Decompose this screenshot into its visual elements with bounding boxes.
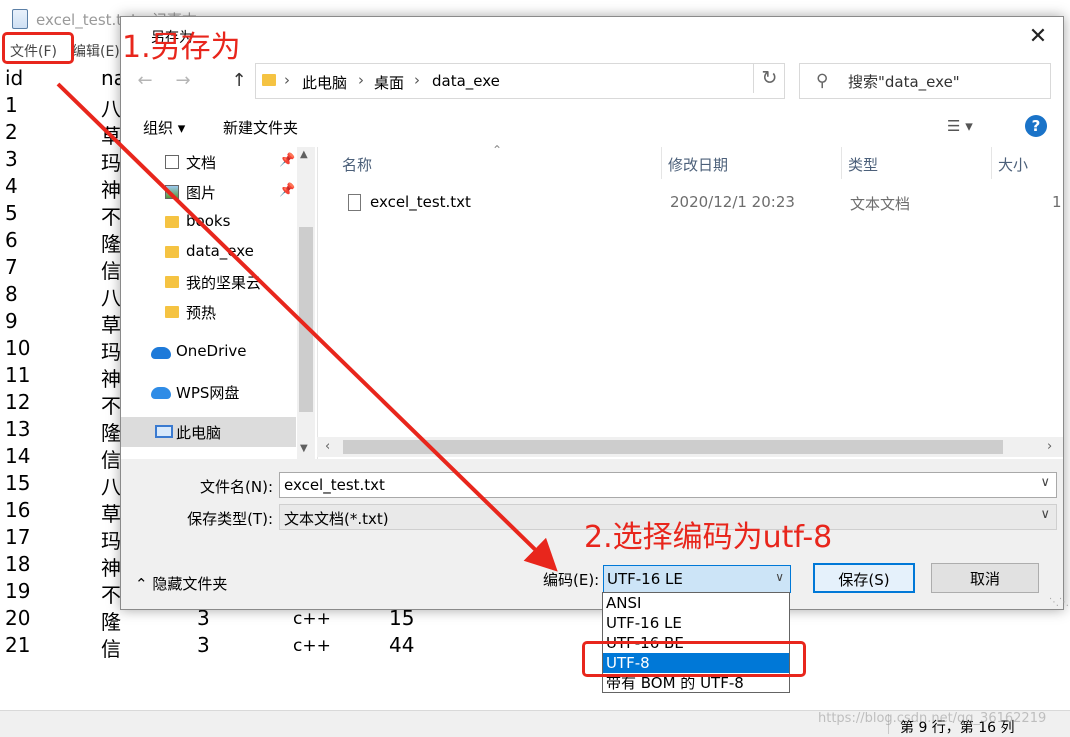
encoding-select[interactable]: UTF-16 LE ∨: [603, 565, 791, 593]
pin-icon[interactable]: 📌: [279, 183, 295, 198]
nav-scrollbar[interactable]: ▲ ▼: [297, 147, 315, 459]
nav-item-yure[interactable]: 预热: [121, 297, 296, 327]
help-icon[interactable]: ?: [1025, 115, 1047, 137]
nav-item-this-pc[interactable]: 此电脑: [121, 417, 296, 447]
refresh-icon[interactable]: ↻: [753, 63, 785, 93]
close-icon[interactable]: ✕: [1023, 23, 1053, 51]
nav-item-data-exe[interactable]: data_exe: [121, 237, 296, 267]
view-options-icon[interactable]: ☰ ▾: [947, 117, 973, 135]
this-pc-icon: [155, 425, 173, 438]
back-arrow-icon[interactable]: ←: [133, 69, 157, 93]
column-type[interactable]: 类型: [848, 154, 878, 175]
chevron-down-icon[interactable]: ∨: [1040, 507, 1050, 522]
search-input[interactable]: [846, 71, 1046, 93]
nav-item-jianguoyun[interactable]: 我的坚果云: [121, 267, 296, 297]
file-list: 名称 ⌃ 修改日期 类型 大小 excel_test.txt 2020/12/1…: [317, 143, 1064, 459]
column-modified[interactable]: 修改日期: [668, 154, 728, 175]
cancel-button[interactable]: 取消: [931, 563, 1039, 593]
address-row: ← → ↑ › 此电脑 › 桌面 › data_exe ∨ ↻ ⚲: [121, 57, 1063, 105]
scroll-thumb[interactable]: [299, 227, 313, 412]
file-type: 文本文档: [850, 195, 911, 213]
scroll-right-icon[interactable]: ›: [1047, 439, 1052, 454]
nav-item-onedrive[interactable]: OneDrive: [121, 337, 296, 367]
scroll-thumb[interactable]: [343, 440, 1003, 454]
annotation-box-utf8: [582, 641, 806, 677]
forward-arrow-icon[interactable]: →: [171, 69, 195, 93]
column-size[interactable]: 大小: [998, 154, 1028, 175]
dialog-toolbar: 组织 ▾ 新建文件夹 ☰ ▾ ?: [121, 105, 1063, 147]
resize-grip-icon[interactable]: ⋱⋱: [1049, 597, 1069, 608]
chevron-down-icon[interactable]: ∨: [775, 570, 784, 584]
column-name[interactable]: 名称: [342, 154, 372, 175]
organize-button[interactable]: 组织 ▾: [143, 117, 185, 138]
pin-icon[interactable]: 📌: [279, 153, 295, 168]
up-arrow-icon[interactable]: ↑: [227, 69, 251, 93]
chevron-down-icon[interactable]: ∨: [1040, 475, 1050, 490]
encoding-label: 编码(E):: [543, 571, 600, 589]
menu-edit[interactable]: 编辑(E): [72, 41, 120, 61]
file-name: excel_test.txt: [370, 193, 471, 211]
picture-icon: [165, 185, 179, 199]
folder-icon: [165, 246, 179, 258]
folder-icon: [165, 306, 179, 318]
scroll-left-icon[interactable]: ‹: [325, 439, 330, 454]
save-button[interactable]: 保存(S): [813, 563, 915, 593]
wps-cloud-icon: [151, 387, 171, 399]
filename-input[interactable]: excel_test.txt ∨: [279, 472, 1057, 498]
address-bar[interactable]: › 此电脑 › 桌面 › data_exe ∨: [255, 63, 857, 99]
nav-item-pictures[interactable]: 图片 📌: [121, 177, 296, 207]
text-line: 21 信 3 c++ 44: [5, 633, 415, 661]
notepad-icon: [12, 9, 28, 29]
new-folder-button[interactable]: 新建文件夹: [223, 117, 298, 138]
folder-icon: [165, 276, 179, 288]
dialog-titlebar: 另存为 ✕: [121, 17, 1063, 57]
navigation-pane: 文档 📌 图片 📌 books data_exe 我的坚果云 预热 OneDri…: [121, 147, 317, 459]
annotation-step2: 2.选择编码为utf-8: [584, 520, 833, 555]
folder-icon: [262, 74, 276, 86]
watermark: https://blog.csdn.net/qq_36162219: [818, 711, 1047, 726]
document-icon: [165, 155, 179, 169]
text-file-icon: [348, 194, 361, 211]
filetype-label: 保存类型(T):: [187, 510, 273, 528]
breadcrumb-data-exe[interactable]: data_exe: [432, 72, 500, 90]
nav-item-books[interactable]: books: [121, 207, 296, 237]
scroll-up-icon[interactable]: ▲: [300, 149, 308, 160]
hide-folders-toggle[interactable]: ⌃ 隐藏文件夹: [135, 573, 227, 594]
encoding-option-utf16le[interactable]: UTF-16 LE: [603, 613, 789, 633]
search-icon: ⚲: [816, 71, 829, 91]
nav-item-documents[interactable]: 文档 📌: [121, 147, 296, 177]
folder-icon: [165, 216, 179, 228]
nav-item-wps-cloud[interactable]: WPS网盘: [121, 377, 296, 407]
file-modified: 2020/12/1 20:23: [670, 193, 795, 211]
file-size: 1: [1052, 193, 1062, 211]
browser-panes: 文档 📌 图片 📌 books data_exe 我的坚果云 预热 OneDri…: [121, 143, 1064, 459]
annotation-box-file-menu: [2, 32, 74, 64]
file-row[interactable]: excel_test.txt 2020/12/1 20:23 文本文档 1: [334, 189, 1064, 217]
scroll-down-icon[interactable]: ▼: [300, 443, 308, 454]
horizontal-scrollbar[interactable]: ‹ ›: [317, 437, 1063, 457]
sort-up-icon: ⌃: [492, 143, 503, 157]
search-box: ⚲: [799, 63, 1051, 99]
annotation-step1: 1.另存为: [122, 30, 241, 65]
breadcrumb-desktop[interactable]: 桌面: [374, 72, 404, 93]
encoding-option-ansi[interactable]: ANSI: [603, 593, 789, 613]
onedrive-icon: [151, 347, 171, 359]
breadcrumb-this-pc[interactable]: 此电脑: [302, 72, 347, 93]
filename-label: 文件名(N):: [200, 478, 273, 496]
text-line: 20 隆 3 c++ 15: [5, 606, 415, 634]
